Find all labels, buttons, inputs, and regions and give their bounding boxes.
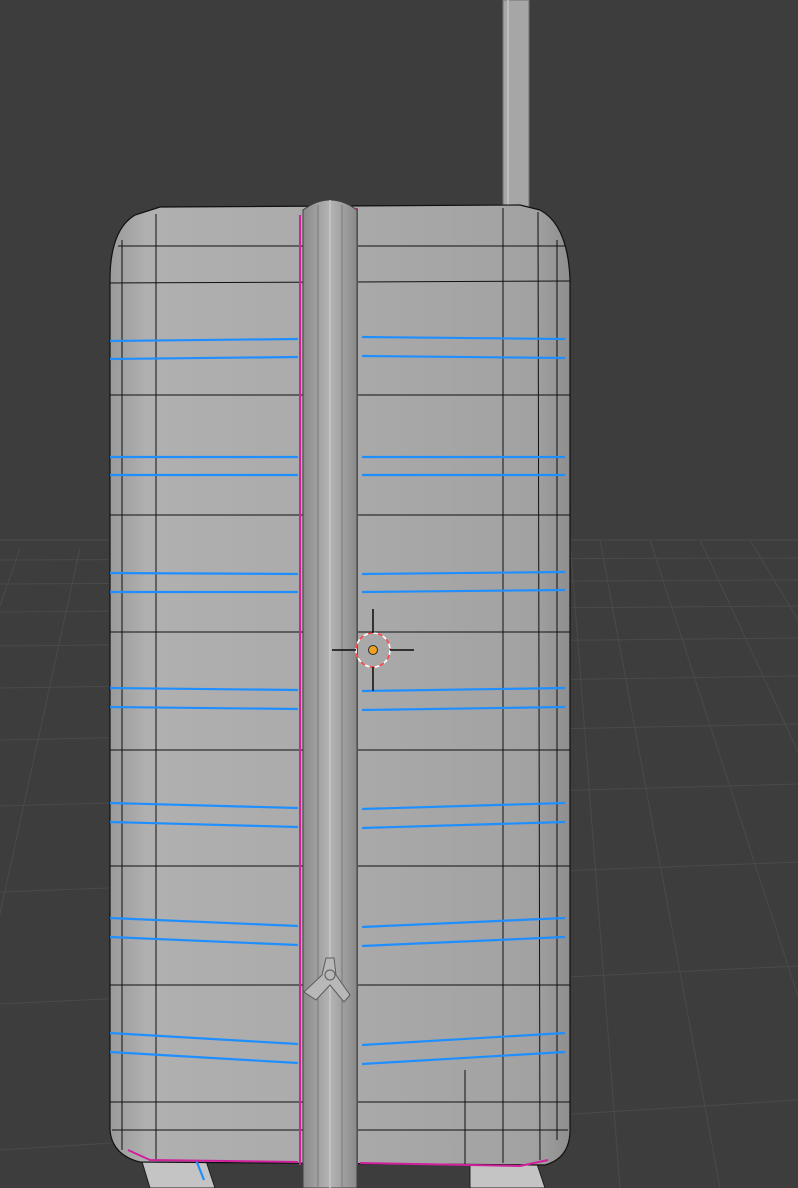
telescoping-handle[interactable] <box>502 0 530 211</box>
3d-viewport[interactable] <box>0 0 798 1188</box>
object-origin-icon[interactable] <box>368 645 378 655</box>
viewport-canvas[interactable] <box>0 0 798 1188</box>
zipper-strip[interactable] <box>302 199 358 1188</box>
